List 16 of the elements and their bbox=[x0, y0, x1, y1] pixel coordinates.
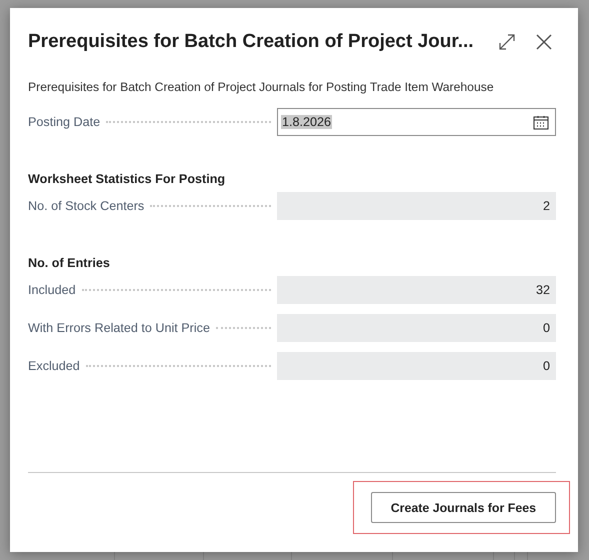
dialog-description: Prerequisites for Batch Creation of Project Journals for Posting Trade Item Warehouse bbox=[28, 80, 495, 94]
field-label: Posting Date bbox=[28, 115, 100, 129]
value-field: 2 bbox=[277, 192, 556, 220]
field-label: Included bbox=[28, 283, 76, 297]
date-field[interactable]: 1.8.2026 bbox=[277, 108, 556, 136]
dialog-title: Prerequisites for Batch Creation of Project Jour... bbox=[28, 31, 475, 53]
value-field: 0 bbox=[277, 314, 556, 342]
section-heading: Worksheet Statistics For Posting bbox=[28, 172, 226, 186]
section-heading: No. of Entries bbox=[28, 256, 111, 270]
field-label: No. of Stock Centers bbox=[28, 199, 144, 213]
value-field: 0 bbox=[277, 352, 556, 380]
value-field: 32 bbox=[277, 276, 556, 304]
calendar-icon[interactable] bbox=[533, 114, 549, 130]
field-label: With Errors Related to Unit Price bbox=[28, 321, 210, 335]
create-journals-button[interactable]: Create Journals for Fees bbox=[370, 492, 556, 523]
field-label: Excluded bbox=[28, 359, 80, 373]
